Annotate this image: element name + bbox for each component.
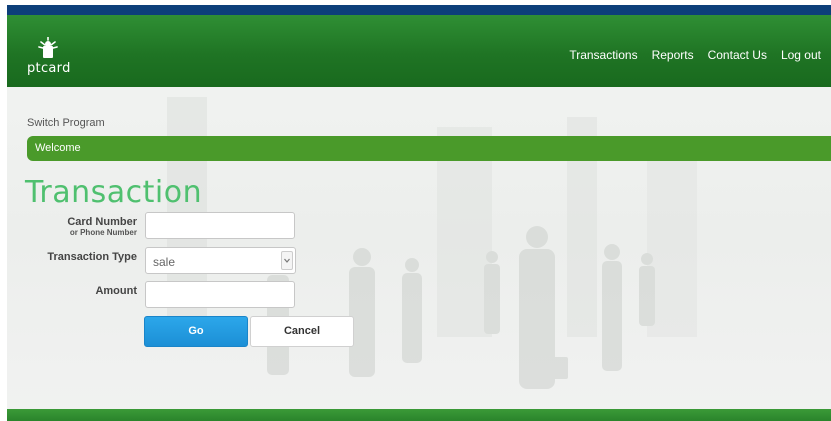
- switch-program-link[interactable]: Switch Program: [27, 117, 105, 129]
- card-number-input[interactable]: [145, 212, 295, 239]
- page-title: Transaction: [25, 175, 203, 210]
- nav-reports[interactable]: Reports: [652, 48, 694, 62]
- transaction-type-label: Transaction Type: [47, 251, 137, 263]
- amount-label: Amount: [95, 285, 137, 297]
- app-frame: ptcard Transactions Reports Contact Us L…: [7, 5, 831, 421]
- welcome-text: Welcome: [35, 142, 81, 154]
- footer-bar: [7, 409, 831, 421]
- top-strip: [7, 5, 831, 15]
- logo-text: ptcard: [27, 61, 71, 76]
- top-nav: Transactions Reports Contact Us Log out: [569, 48, 821, 62]
- transaction-type-select[interactable]: sale: [145, 247, 296, 274]
- nav-contact-us[interactable]: Contact Us: [708, 48, 767, 62]
- header: ptcard Transactions Reports Contact Us L…: [7, 15, 831, 87]
- ptcard-logo-icon: [38, 37, 58, 58]
- welcome-bar: Welcome: [27, 136, 831, 161]
- amount-input[interactable]: [145, 281, 295, 308]
- chevron-down-icon[interactable]: [281, 251, 293, 270]
- nav-log-out[interactable]: Log out: [781, 48, 821, 62]
- ptcard-logo[interactable]: ptcard: [27, 37, 87, 83]
- card-number-label: Card Number or Phone Number: [27, 216, 137, 237]
- transaction-type-value: sale: [153, 255, 176, 269]
- cancel-button[interactable]: Cancel: [250, 316, 354, 347]
- card-number-label-text: Card Number: [67, 216, 137, 228]
- go-button[interactable]: Go: [144, 316, 248, 347]
- card-number-sublabel: or Phone Number: [69, 228, 137, 237]
- nav-transactions[interactable]: Transactions: [569, 48, 637, 62]
